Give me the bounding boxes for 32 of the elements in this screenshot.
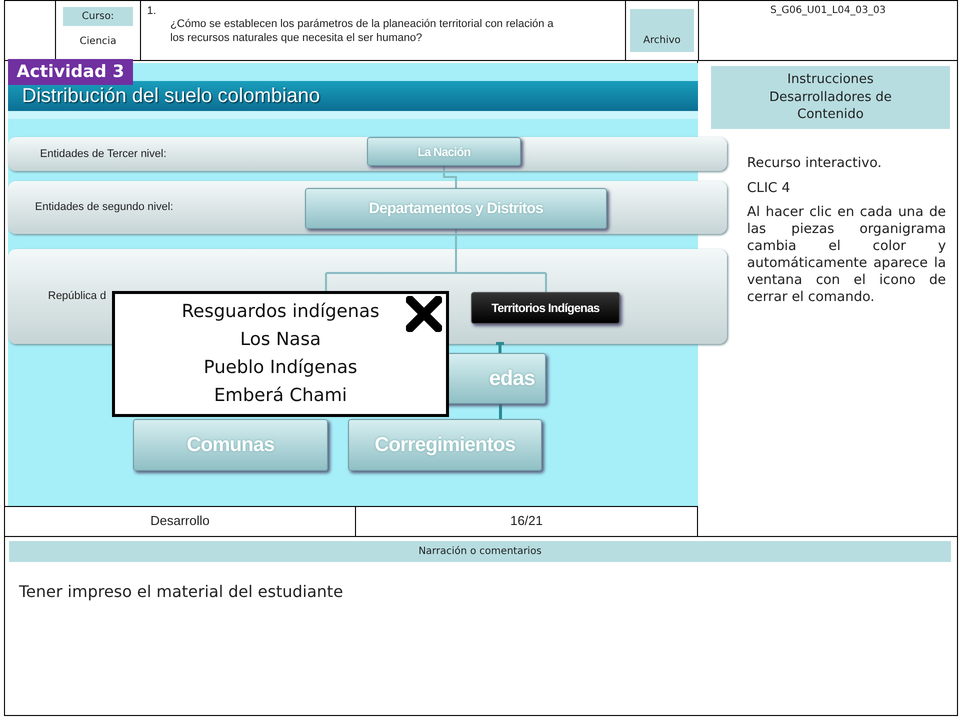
page-number: 16/21 [509, 512, 544, 530]
org-chart-node[interactable]: Comunas [133, 419, 328, 471]
activity-badge: Actividad 3 [8, 59, 133, 85]
question-text: ¿Cómo se establecen los parámetros de la planeación territorial con relación a los recursos naturales que necesita el ser humano? [170, 17, 555, 46]
instruction-text: Al hacer clic en cada una de las piezas organigrama cambia el color y automáticamente aparece la ventana con el icono de cerrar el comando. [747, 204, 946, 306]
screen-code: S_G06_U01_L04_03_03 [770, 5, 886, 16]
level-label: Entidades de segundo nivel: [35, 201, 174, 213]
instructions-title: Instrucciones Desarrolladores de Contenido [711, 66, 950, 129]
question-number: 1. [147, 5, 156, 19]
popup-line: Los Nasa [240, 328, 321, 352]
instruction-text: Recurso interactivo. [747, 154, 883, 172]
instruction-text: CLIC 4 [747, 180, 792, 196]
level-label: República d [48, 290, 106, 302]
narration-text: Tener impreso el material del estudiante [19, 582, 344, 601]
org-chart-node[interactable]: Departamentos y Distritos [305, 188, 607, 229]
level-label: Entidades de Tercer nivel: [40, 148, 166, 160]
connector-line [495, 342, 505, 354]
popup-line: Pueblo Indígenas [204, 356, 358, 380]
popup-line: Emberá Chami [214, 384, 348, 408]
file-label: Archivo [630, 9, 694, 52]
course-label: Curso: [63, 7, 133, 26]
org-chart-node[interactable]: Territorios Indígenas [471, 292, 620, 324]
connector-line [498, 403, 503, 420]
section-name: Desarrollo [5, 507, 356, 536]
connector-line [442, 165, 458, 189]
close-icon[interactable] [406, 296, 442, 332]
course-name: Ciencia [80, 36, 116, 47]
narration-title: Narración o comentarios [9, 541, 951, 562]
org-chart-node[interactable]: La Nación [367, 137, 521, 166]
slide-title: Distribución del suelo colombiano [8, 81, 698, 119]
popup-line: Resguardos indígenas [182, 300, 380, 324]
org-chart-node[interactable]: Corregimientos [348, 419, 542, 471]
